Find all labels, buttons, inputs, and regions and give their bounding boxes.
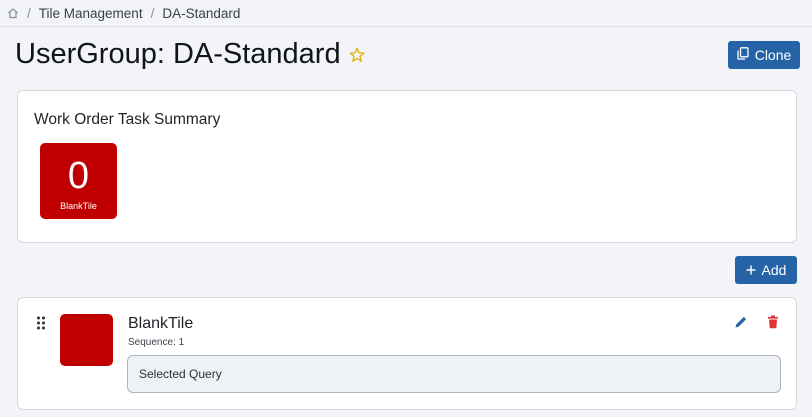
tile-item-sequence: Sequence: 1 — [128, 337, 185, 348]
star-outline-icon[interactable] — [348, 46, 366, 64]
add-button[interactable]: Add — [735, 256, 797, 284]
drag-handle-icon[interactable] — [36, 316, 46, 330]
copy-icon — [737, 47, 749, 63]
plus-icon — [746, 262, 756, 278]
home-icon[interactable] — [7, 7, 19, 19]
summary-card: Work Order Task Summary 0 BlankTile — [17, 90, 797, 243]
tile-item-card: BlankTile Sequence: 1 Selected Query — [17, 297, 797, 410]
selected-query-label: Selected Query — [139, 367, 222, 381]
page-title: UserGroup: DA-Standard — [15, 38, 366, 71]
tile-label: BlankTile — [60, 201, 97, 211]
selected-query-field[interactable]: Selected Query — [127, 355, 781, 393]
breadcrumb-item-tile-management[interactable]: Tile Management — [39, 6, 143, 21]
tile-count: 0 — [67, 155, 90, 197]
clone-button[interactable]: Clone — [728, 41, 800, 69]
breadcrumb-separator: / — [27, 5, 31, 21]
trash-icon[interactable] — [767, 315, 779, 329]
page-title-text: UserGroup: DA-Standard — [15, 38, 341, 70]
tile-item-name: BlankTile — [128, 315, 194, 332]
summary-tile[interactable]: 0 BlankTile — [40, 143, 117, 219]
pencil-icon[interactable] — [734, 315, 748, 329]
add-button-label: Add — [761, 262, 787, 278]
breadcrumb-item-current: DA-Standard — [162, 5, 241, 21]
clone-button-label: Clone — [754, 47, 792, 63]
breadcrumb: / Tile Management / DA-Standard — [0, 0, 812, 27]
tile-color-swatch — [60, 314, 113, 366]
summary-title: Work Order Task Summary — [34, 111, 221, 128]
breadcrumb-separator: / — [150, 5, 155, 21]
